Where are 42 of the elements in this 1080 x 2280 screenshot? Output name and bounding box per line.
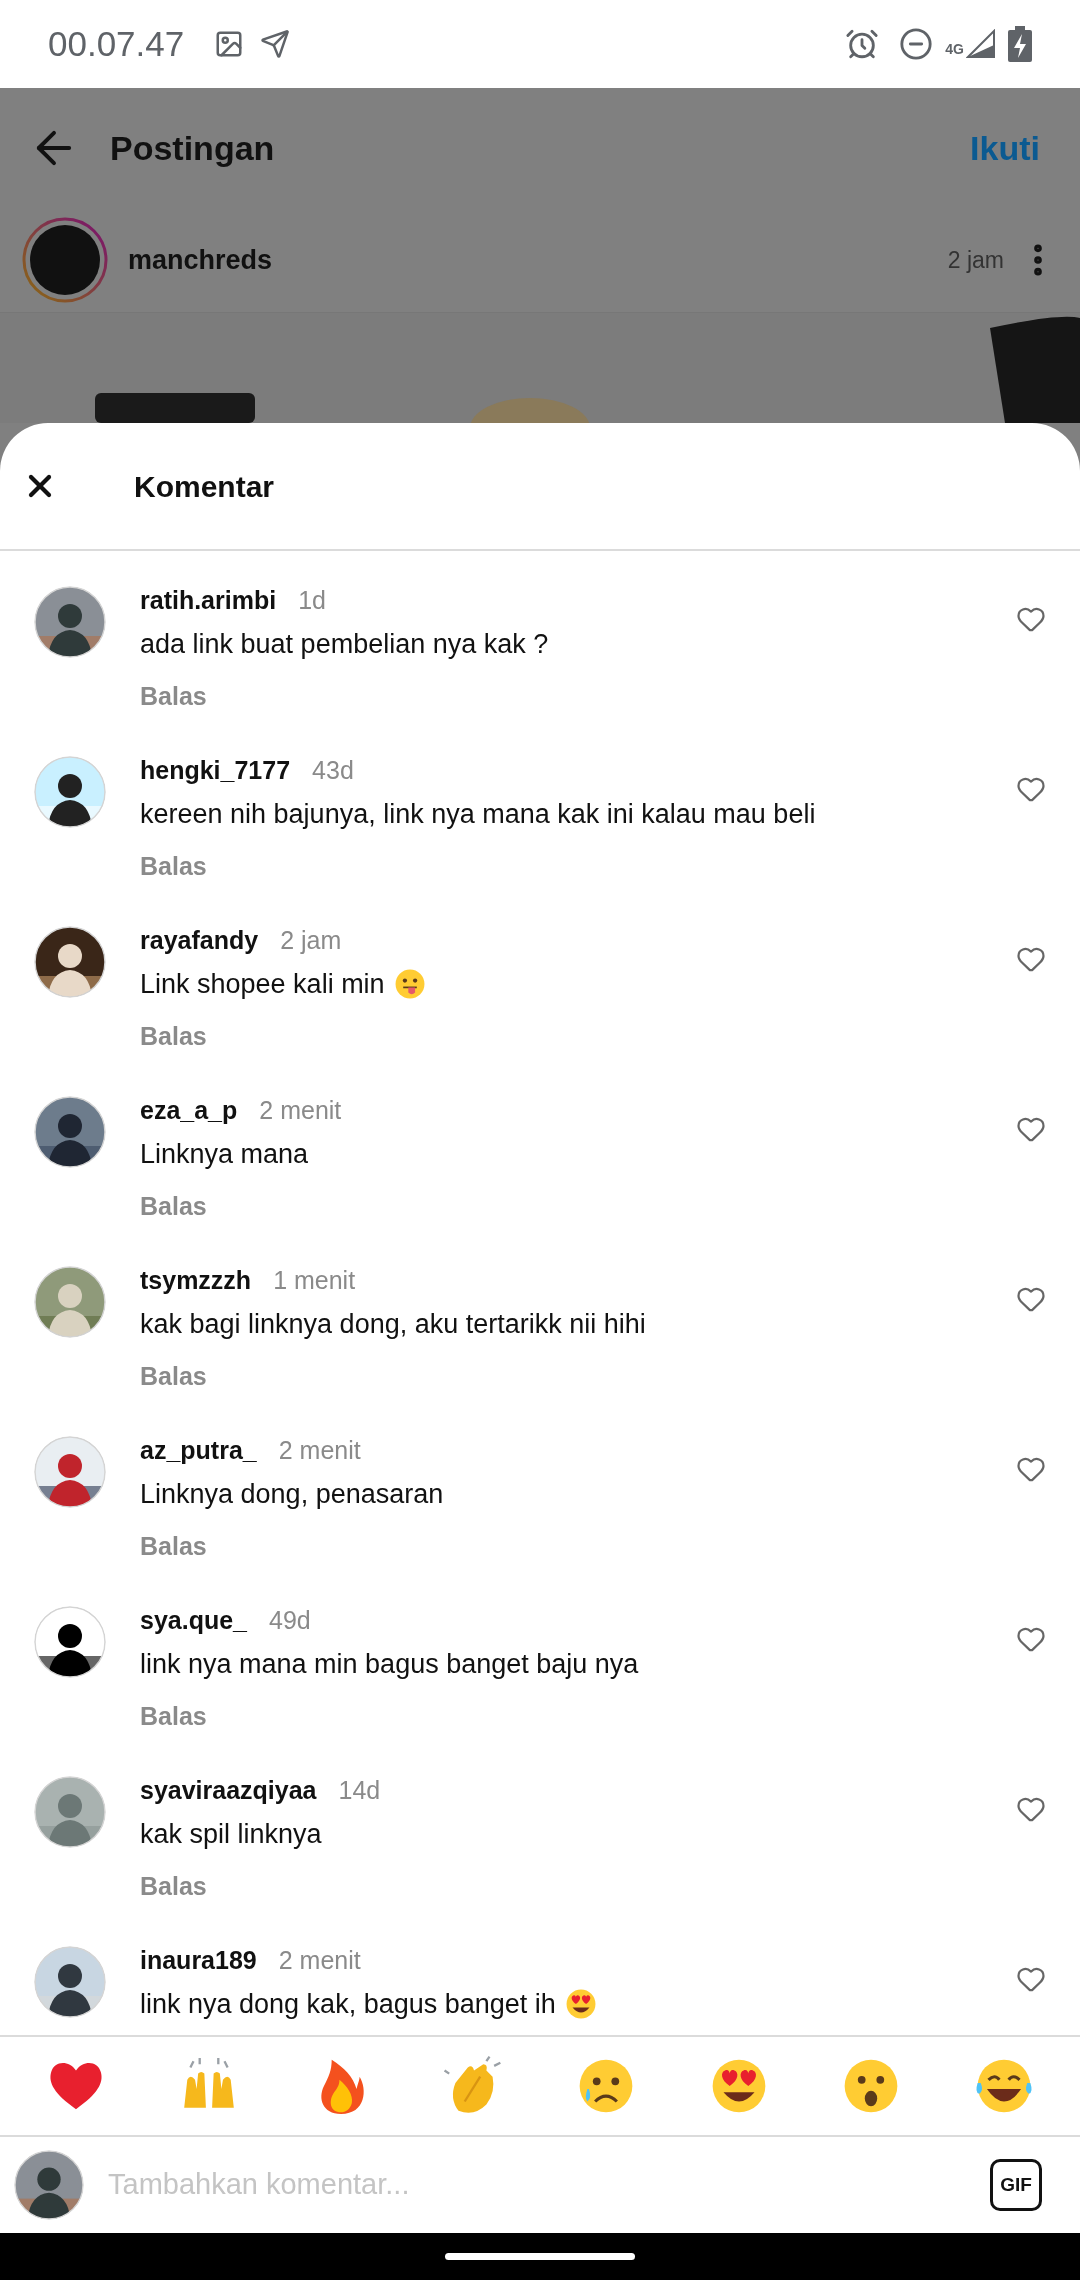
comment-text: Link shopee kali min — [140, 967, 385, 1001]
comment-text: link nya mana min bagus banget baju nya — [140, 1647, 639, 1681]
comment-input[interactable]: Tambahkan komentar... — [108, 2163, 990, 2207]
image-icon — [214, 29, 245, 59]
comment-time: 14d — [338, 1775, 381, 1806]
clock-time: 00.07.47 — [48, 22, 185, 65]
comment-text: ada link buat pembelian nya kak ? — [140, 627, 549, 661]
gif-button[interactable]: GIF — [990, 2159, 1042, 2211]
comment-time: 1d — [298, 585, 326, 616]
paper-plane-icon — [260, 29, 291, 59]
comment-username[interactable]: eza_a_p — [140, 1092, 238, 1130]
comment-time: 2 menit — [259, 1095, 342, 1126]
comment-time: 49d — [269, 1605, 311, 1636]
network-type: 4G — [945, 40, 964, 59]
profile-avatar[interactable] — [22, 217, 108, 303]
alarm-icon — [845, 27, 880, 61]
comment-text: link nya dong kak, bagus banget ih — [140, 1987, 556, 2021]
comment-username[interactable]: inaura189 — [140, 1942, 257, 1980]
comment-username[interactable]: tsymzzzh — [140, 1262, 252, 1300]
battery-charging-icon — [1008, 26, 1032, 62]
comment-time: 43d — [312, 755, 354, 786]
do-not-disturb-icon — [899, 27, 934, 61]
comment-text: kereen nih bajunya, link nya mana kak ini kalau mau beli — [140, 797, 816, 831]
page-title: Postingan — [110, 127, 275, 169]
comment-username[interactable]: sya.que_ — [140, 1602, 247, 1640]
comment-username[interactable]: rayafandy — [140, 922, 259, 960]
comment-text: Linknya mana — [140, 1137, 309, 1171]
comment-text: kak bagi linknya dong, aku tertarikk nii hihi — [140, 1307, 646, 1341]
sheet-title: Komentar — [134, 468, 275, 505]
comment-time: 2 menit — [278, 1945, 361, 1976]
comment-text: Linknya dong, penasaran — [140, 1477, 444, 1511]
post-time: 2 jam — [947, 245, 1004, 275]
comment-username[interactable]: syaviraazqiyaa — [140, 1772, 317, 1810]
comment-username[interactable]: ratih.arimbi — [140, 582, 277, 620]
comment-username[interactable]: az_putra_ — [140, 1432, 257, 1470]
comment-time: 2 menit — [278, 1435, 361, 1466]
comment-time: 1 menit — [273, 1265, 356, 1296]
post-username[interactable]: manchreds — [128, 239, 273, 281]
signal-icon — [966, 29, 996, 59]
comment-username[interactable]: hengki_7177 — [140, 752, 291, 790]
comment-text: kak spil linknya — [140, 1817, 322, 1851]
comment-time: 2 jam — [280, 925, 342, 956]
